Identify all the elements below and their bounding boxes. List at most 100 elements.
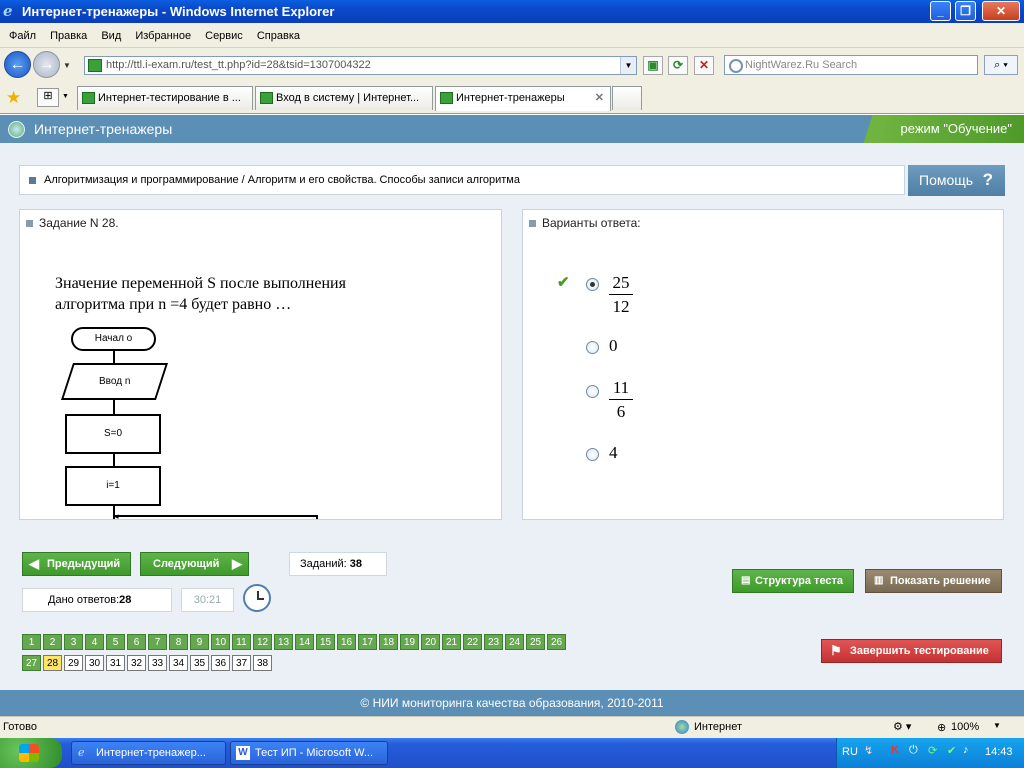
answer-radio-4[interactable] — [586, 448, 599, 461]
app-logo-icon — [8, 121, 25, 138]
history-dropdown-icon[interactable]: ▼ — [63, 61, 71, 70]
tab-list-dropdown-icon[interactable]: ▼ — [62, 93, 69, 100]
menu-tools[interactable]: Сервис — [205, 30, 243, 42]
help-button[interactable]: Помощь ? — [908, 165, 1005, 196]
question-number-12[interactable]: 12 — [253, 634, 272, 650]
question-number-26[interactable]: 26 — [547, 634, 566, 650]
start-button[interactable] — [0, 738, 62, 768]
maximize-button[interactable]: ❐ — [955, 1, 976, 21]
tray-check-icon[interactable]: ✔ — [947, 744, 956, 757]
menu-help[interactable]: Справка — [257, 30, 300, 42]
question-number-7[interactable]: 7 — [148, 634, 167, 650]
question-number-32[interactable]: 32 — [127, 655, 146, 671]
new-tab-button[interactable] — [612, 86, 642, 110]
tray-gear-icon[interactable]: ⏻ — [909, 744, 918, 757]
tab-trainers[interactable]: Интернет-тренажеры ✕ — [435, 86, 611, 111]
question-number-22[interactable]: 22 — [463, 634, 482, 650]
question-number-10[interactable]: 10 — [211, 634, 230, 650]
minimize-button[interactable]: _ — [930, 1, 951, 21]
language-indicator[interactable]: RU — [842, 746, 858, 758]
question-number-8[interactable]: 8 — [169, 634, 188, 650]
menu-edit[interactable]: Правка — [50, 30, 87, 42]
favorites-star-icon[interactable]: ★ — [6, 88, 21, 108]
close-button[interactable]: ✕ — [982, 1, 1020, 21]
stop-icon[interactable]: ✕ — [694, 56, 714, 75]
taskbar-item-word[interactable]: W Тест ИП - Microsoft W... — [230, 741, 388, 765]
address-bar[interactable]: http://ttl.i-exam.ru/test_tt.php?id=28&t… — [84, 56, 637, 75]
tray-update-icon[interactable]: ⟳ — [928, 744, 937, 757]
prev-arrow-icon: ◀ — [29, 556, 39, 571]
tasks-label: Заданий: — [300, 558, 347, 570]
question-number-16[interactable]: 16 — [337, 634, 356, 650]
site-favicon-icon — [88, 59, 102, 72]
refresh-icon[interactable]: ⟳ — [668, 56, 688, 75]
question-number-36[interactable]: 36 — [211, 655, 230, 671]
volume-icon[interactable]: ♪ — [963, 744, 969, 756]
runner-icon: ⚑ — [830, 643, 842, 658]
flowchart-loop-line — [316, 515, 318, 519]
question-number-19[interactable]: 19 — [400, 634, 419, 650]
question-number-21[interactable]: 21 — [442, 634, 461, 650]
show-solution-button[interactable]: ▥ Показать решение — [865, 569, 1002, 593]
question-number-24[interactable]: 24 — [505, 634, 524, 650]
protected-mode-icon[interactable]: ⚙ ▾ — [893, 720, 911, 733]
question-number-4[interactable]: 4 — [85, 634, 104, 650]
tab-login[interactable]: Вход в систему | Интернет... — [255, 86, 433, 110]
question-number-27[interactable]: 27 — [22, 655, 41, 671]
window-title-bar[interactable]: e Интернет-тренажеры - Windows Internet … — [0, 0, 1024, 23]
answer-radio-1[interactable] — [586, 278, 599, 291]
antivirus-icon[interactable]: K — [891, 744, 899, 756]
question-number-1[interactable]: 1 — [22, 634, 41, 650]
question-number-11[interactable]: 11 — [232, 634, 251, 650]
question-number-30[interactable]: 30 — [85, 655, 104, 671]
question-number-28[interactable]: 28 — [43, 655, 62, 671]
menu-file[interactable]: Файл — [9, 30, 36, 42]
question-number-17[interactable]: 17 — [358, 634, 377, 650]
forward-button[interactable]: → — [33, 51, 60, 78]
question-number-29[interactable]: 29 — [64, 655, 83, 671]
taskbar-item-ie[interactable]: e Интернет-тренажер... — [71, 741, 226, 765]
question-number-25[interactable]: 25 — [526, 634, 545, 650]
question-number-14[interactable]: 14 — [295, 634, 314, 650]
question-number-34[interactable]: 34 — [169, 655, 188, 671]
zoom-level[interactable]: 100% — [951, 721, 979, 733]
question-number-38[interactable]: 38 — [253, 655, 272, 671]
question-number-31[interactable]: 31 — [106, 655, 125, 671]
question-number-23[interactable]: 23 — [484, 634, 503, 650]
search-go-button[interactable]: ⌕ ▾ — [984, 55, 1018, 75]
correct-check-icon: ✔ — [557, 274, 570, 291]
next-button[interactable]: Следующий ▶ — [140, 552, 249, 576]
menu-view[interactable]: Вид — [101, 30, 121, 42]
quick-tabs-icon[interactable]: ⊞ — [37, 88, 59, 107]
question-header: Задание N 28. — [26, 216, 119, 230]
zoom-dropdown-icon[interactable]: ▼ — [993, 721, 1001, 730]
compatibility-icon[interactable]: ▣ — [643, 56, 663, 75]
question-number-2[interactable]: 2 — [43, 634, 62, 650]
question-number-37[interactable]: 37 — [232, 655, 251, 671]
question-number-18[interactable]: 18 — [379, 634, 398, 650]
search-input[interactable]: NightWarez.Ru Search — [724, 55, 978, 75]
flowchart-connector — [113, 454, 115, 466]
answer-radio-2[interactable] — [586, 341, 599, 354]
back-button[interactable]: ← — [4, 51, 31, 78]
tab-internet-testing[interactable]: Интернет-тестирование в ... — [77, 86, 253, 110]
question-number-3[interactable]: 3 — [64, 634, 83, 650]
question-number-5[interactable]: 5 — [106, 634, 125, 650]
flowchart-start: Начал о — [71, 327, 156, 351]
question-number-20[interactable]: 20 — [421, 634, 440, 650]
question-number-15[interactable]: 15 — [316, 634, 335, 650]
question-number-33[interactable]: 33 — [148, 655, 167, 671]
tray-app-icon[interactable]: ↯ — [864, 744, 873, 757]
address-dropdown-icon[interactable]: ▼ — [620, 57, 636, 74]
question-number-13[interactable]: 13 — [274, 634, 293, 650]
prev-button[interactable]: ◀ Предыдущий — [22, 552, 131, 576]
answer-radio-3[interactable] — [586, 385, 599, 398]
test-structure-button[interactable]: ▤ Структура теста — [732, 569, 854, 593]
question-number-9[interactable]: 9 — [190, 634, 209, 650]
tab-close-icon[interactable]: ✕ — [595, 87, 604, 109]
menu-favorites[interactable]: Избранное — [135, 30, 191, 42]
help-question-icon: ? — [982, 170, 993, 189]
question-number-35[interactable]: 35 — [190, 655, 209, 671]
finish-test-button[interactable]: ⚑ Завершить тестирование — [821, 639, 1002, 663]
question-number-6[interactable]: 6 — [127, 634, 146, 650]
